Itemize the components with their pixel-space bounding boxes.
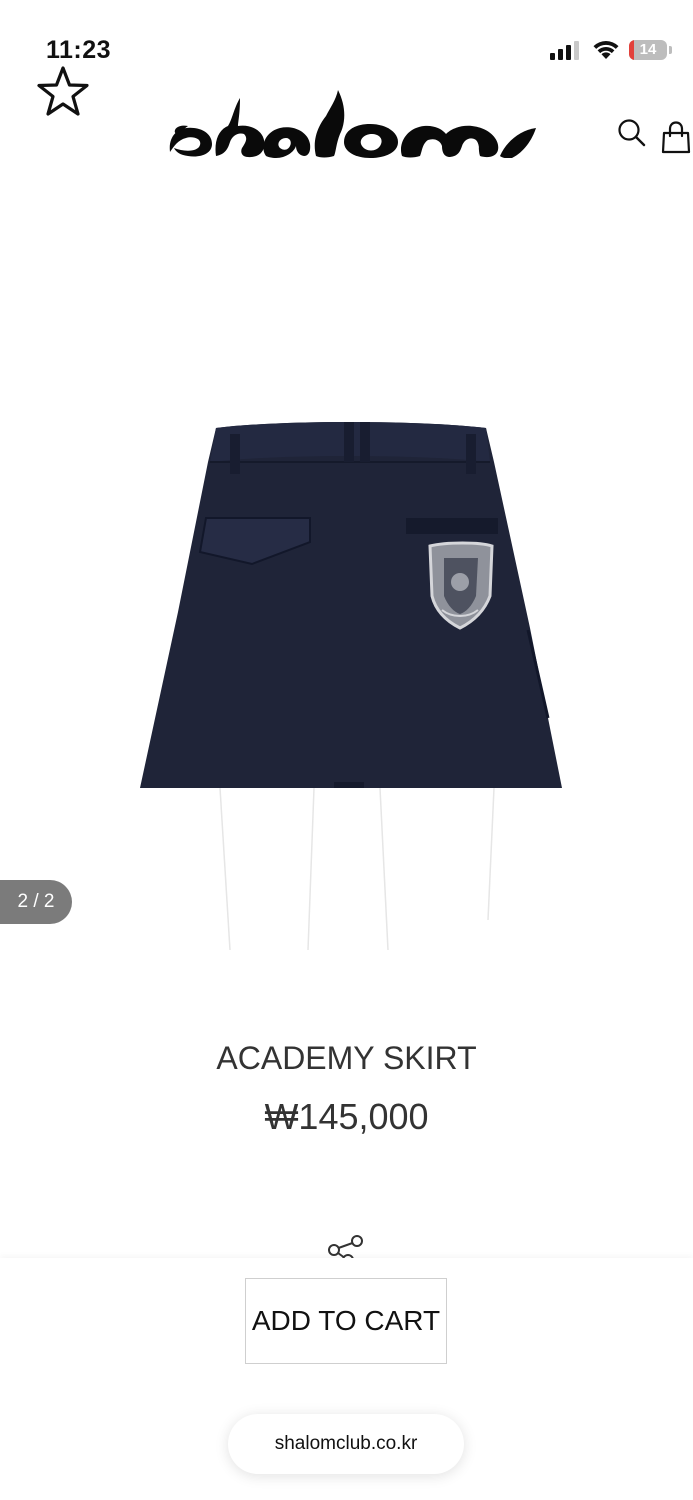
- battery-body: 14: [629, 40, 667, 60]
- battery-indicator: 14: [629, 40, 673, 62]
- bottom-action-bar: ADD TO CART shalomclub.co.kr: [0, 1258, 693, 1500]
- shopping-bag-icon[interactable]: [661, 120, 691, 154]
- gallery-page-counter: 2 / 2: [0, 880, 72, 924]
- share-icon[interactable]: [326, 1232, 366, 1258]
- add-to-cart-button[interactable]: ADD TO CART: [245, 1278, 447, 1364]
- navy-mini-skirt-back-view-image: [140, 422, 562, 950]
- battery-level: 14: [639, 41, 657, 58]
- star-outline-icon[interactable]: [34, 64, 92, 122]
- shalom-logo[interactable]: [168, 82, 538, 158]
- product-price: ₩145,000: [264, 1096, 429, 1137]
- product-gallery[interactable]: 2 / 2: [0, 180, 693, 980]
- battery-cap: [669, 46, 672, 54]
- cellular-signal-icon: [550, 41, 579, 60]
- wifi-icon: [593, 41, 619, 59]
- product-title: ACADEMY SKIRT: [216, 1040, 477, 1076]
- browser-url-bar[interactable]: shalomclub.co.kr: [228, 1414, 464, 1474]
- site-header: [0, 60, 693, 170]
- search-icon[interactable]: [617, 118, 647, 148]
